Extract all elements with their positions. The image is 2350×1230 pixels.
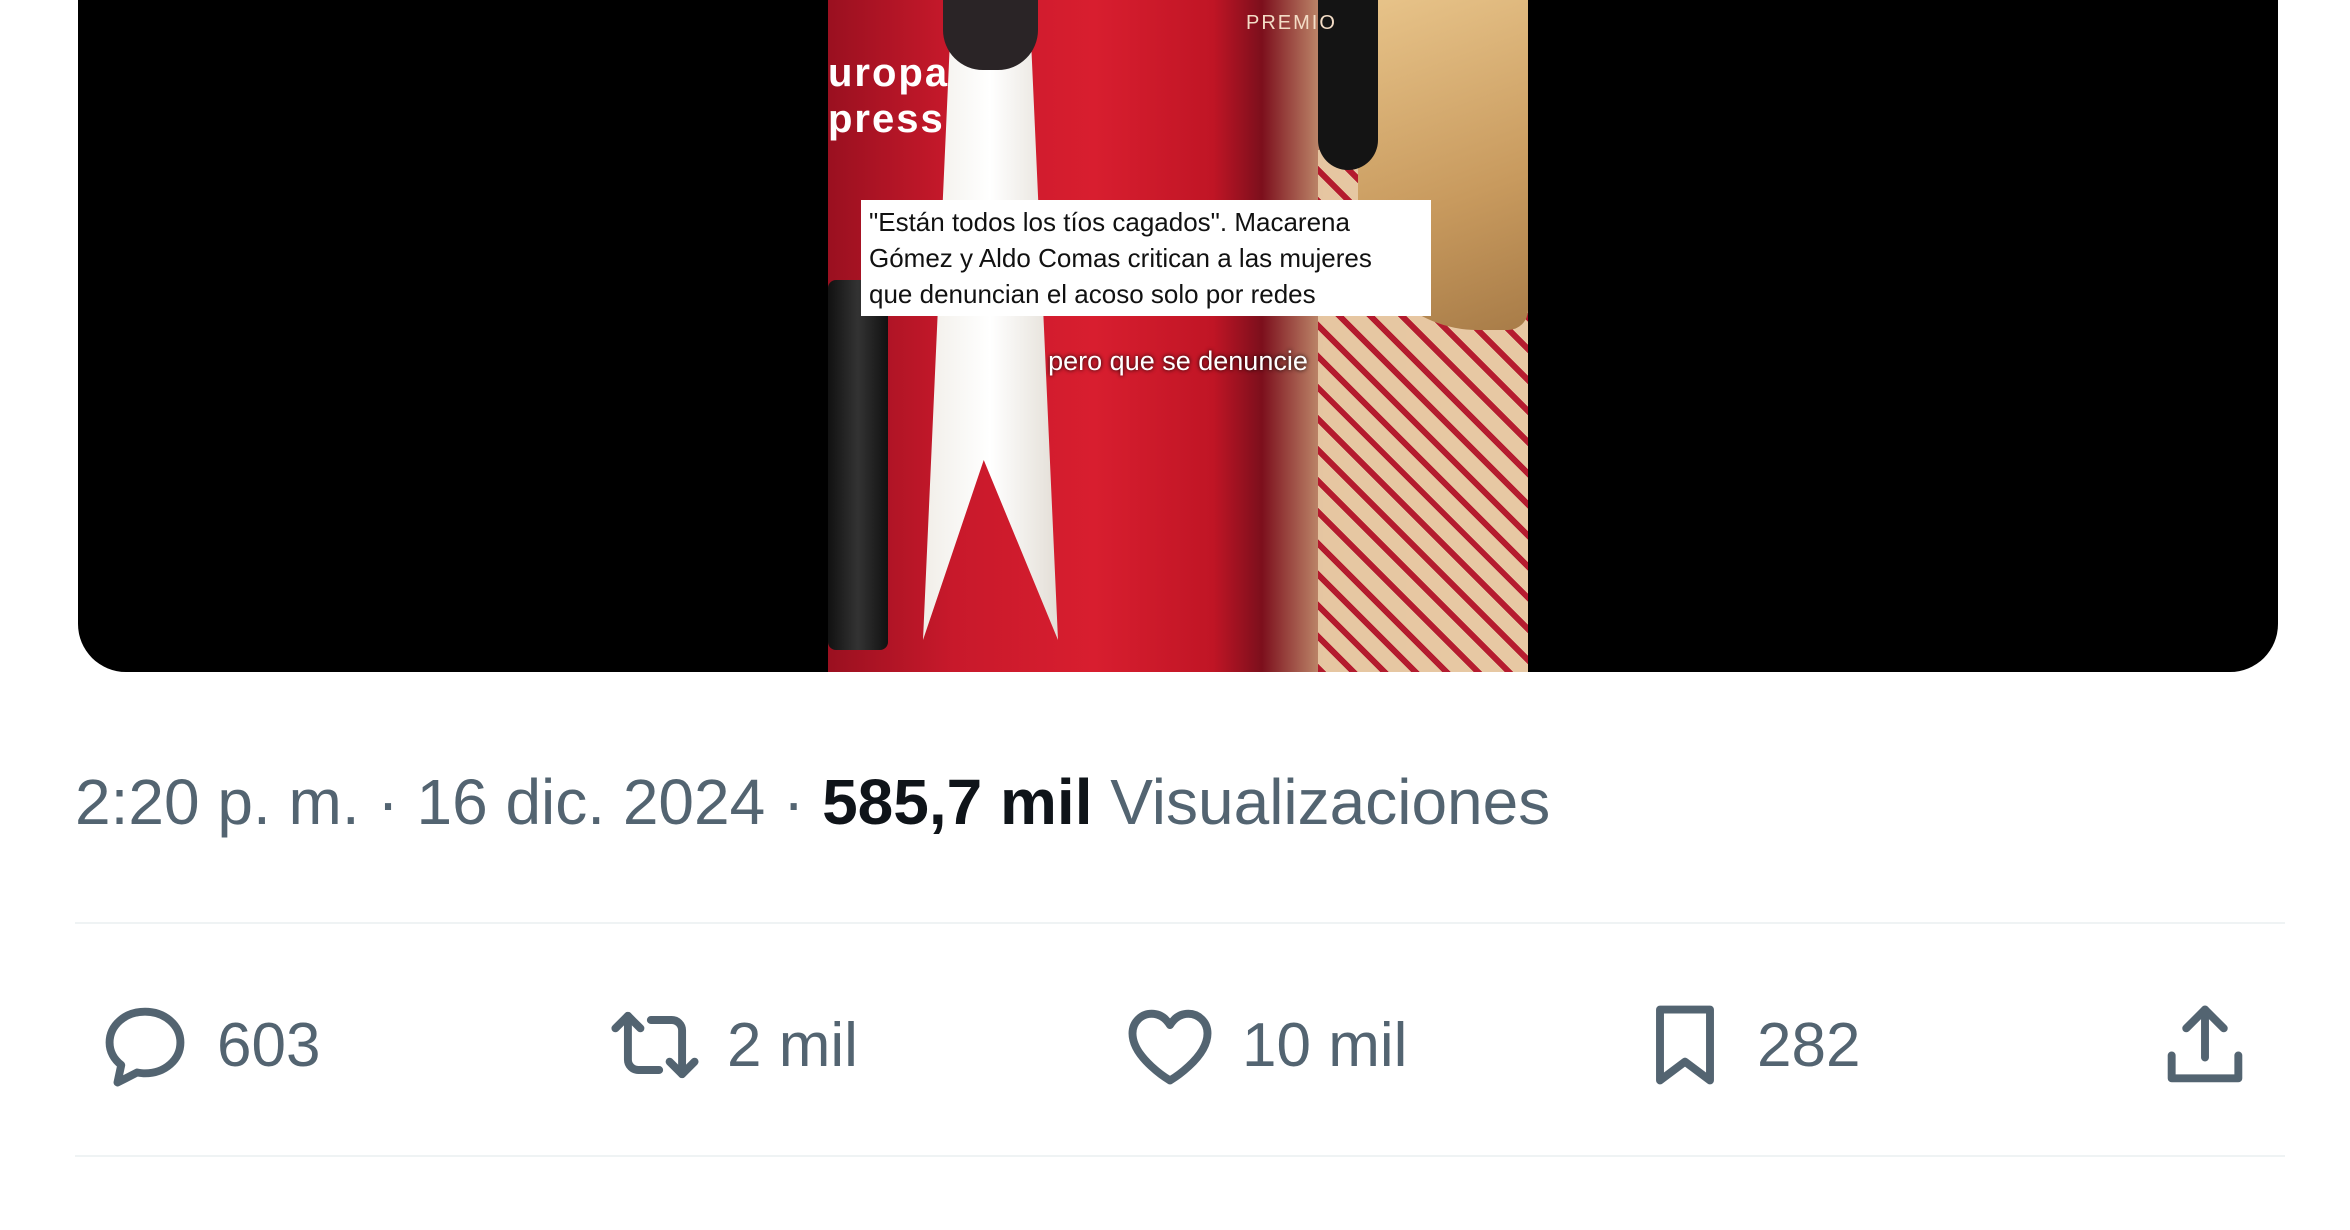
- meta-separator: ·: [377, 766, 399, 838]
- tweet-time[interactable]: 2:20 p. m.: [75, 766, 360, 838]
- divider-top: [75, 922, 2285, 924]
- like-count: 10 mil: [1242, 1010, 1408, 1080]
- divider-bottom: [75, 1155, 2285, 1157]
- repost-icon: [611, 1011, 699, 1079]
- tweet-video[interactable]: uropa press PREMIO "Están todos los tíos…: [78, 0, 2278, 672]
- video-microphone: [828, 280, 888, 650]
- video-collar: [943, 0, 1038, 70]
- share-icon: [2167, 1005, 2243, 1083]
- bookmark-count: 282: [1757, 1010, 1861, 1080]
- tweet-actions: 603 2 mil 10 mil 282: [75, 975, 2285, 1115]
- meta-separator: ·: [782, 766, 805, 838]
- video-headline: "Están todos los tíos cagados". Macarena…: [861, 200, 1431, 316]
- reply-icon: [105, 1007, 185, 1087]
- tweet-meta: 2:20 p. m. · 16 dic. 2024 · 585,7 mil Vi…: [75, 765, 1550, 839]
- video-watermark: PREMIO: [1246, 12, 1337, 34]
- reply-button[interactable]: 603: [95, 975, 320, 1115]
- share-button[interactable]: [2155, 975, 2277, 1115]
- like-icon: [1128, 1009, 1212, 1085]
- video-brand-logo: uropa press: [828, 51, 950, 141]
- tweet-date[interactable]: 16 dic. 2024: [416, 766, 765, 838]
- video-subtitle: pero que se denuncie: [1048, 346, 1308, 376]
- reply-count: 603: [217, 1010, 321, 1080]
- repost-count: 2 mil: [727, 1010, 858, 1080]
- views-label: Visualizaciones: [1110, 766, 1551, 838]
- views-count: 585,7 mil: [822, 766, 1093, 838]
- video-frame: uropa press PREMIO "Están todos los tíos…: [828, 0, 1528, 672]
- like-button[interactable]: 10 mil: [1120, 975, 1407, 1115]
- bookmark-button[interactable]: 282: [1635, 975, 1860, 1115]
- bookmark-icon: [1656, 1005, 1714, 1085]
- repost-button[interactable]: 2 mil: [605, 975, 858, 1115]
